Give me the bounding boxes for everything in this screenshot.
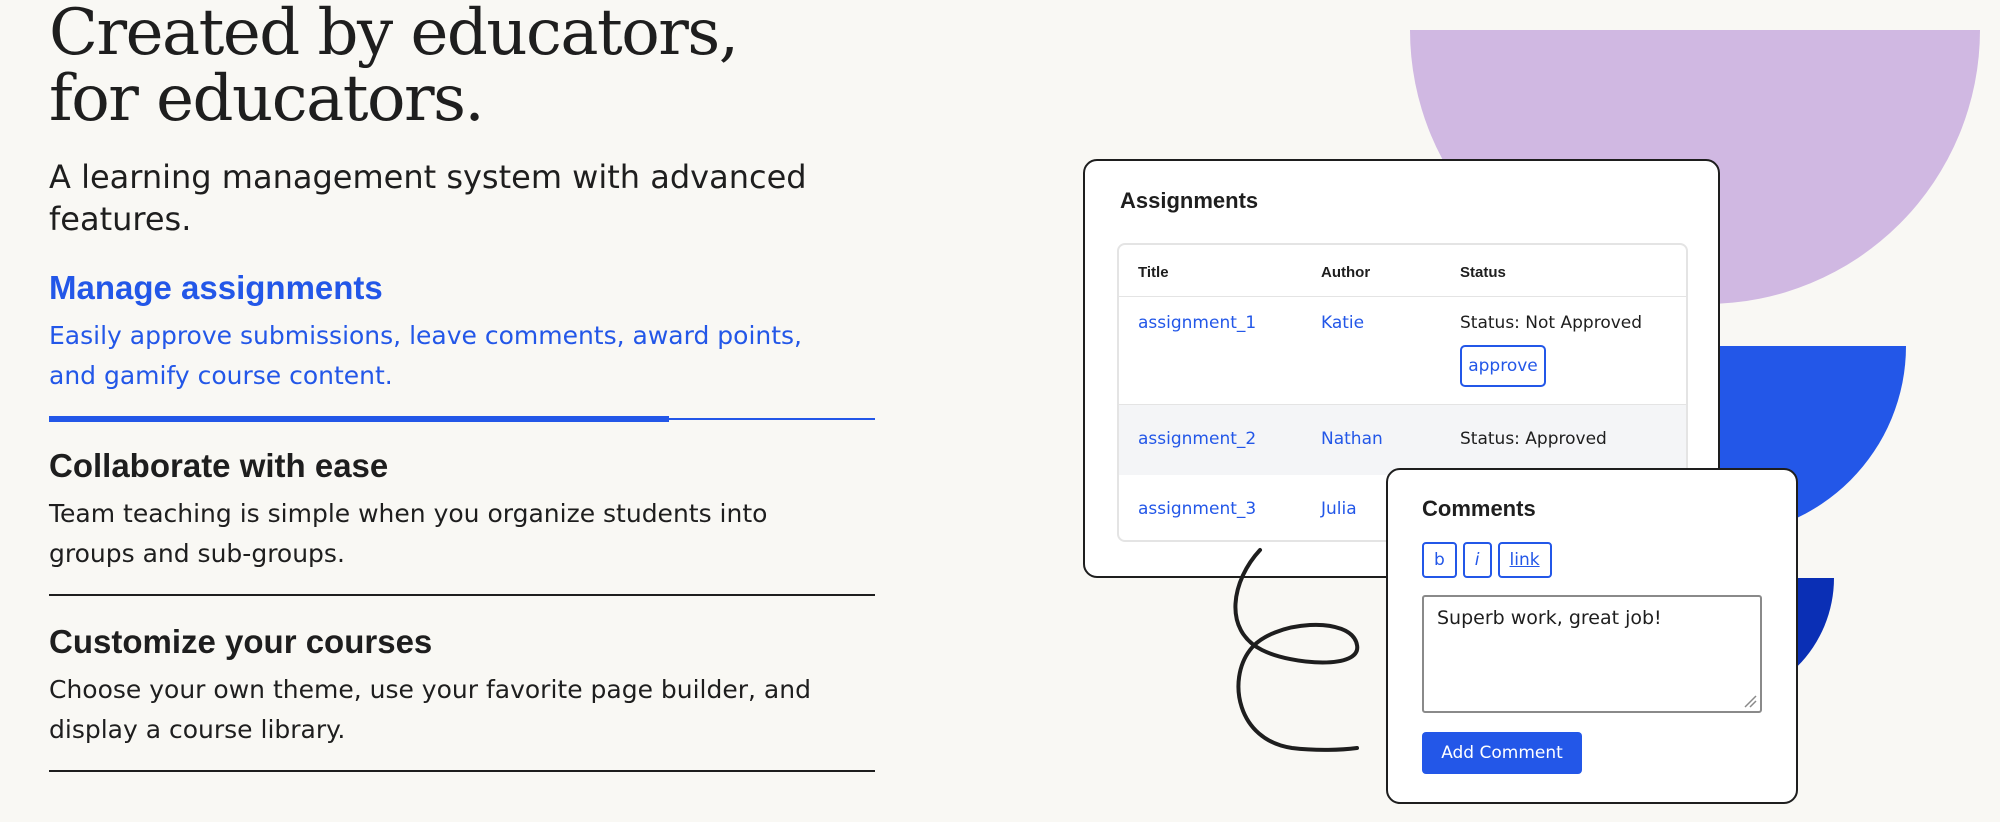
table-row: assignment_1 Katie Status: Not Approved … (1119, 297, 1686, 405)
link-button[interactable]: link (1497, 542, 1552, 578)
feature-customize[interactable]: Customize your courses Choose your own t… (49, 622, 875, 772)
italic-button[interactable]: i (1462, 542, 1492, 578)
feature-body: Team teaching is simple when you organiz… (49, 499, 768, 568)
author-link[interactable]: Julia (1321, 497, 1357, 521)
feature-title: Collaborate with ease (49, 447, 389, 484)
feature-manage-assignments[interactable]: Manage assignments Easily approve submis… (49, 268, 875, 422)
column-header-title: Title (1138, 264, 1169, 281)
add-comment-button[interactable]: Add Comment (1422, 732, 1582, 774)
status-text: Status: Not Approved (1460, 313, 1643, 333)
assignment-link[interactable]: assignment_3 (1138, 497, 1256, 521)
table-header: Title Author Status (1119, 261, 1686, 297)
approve-button[interactable]: approve (1460, 345, 1546, 387)
comments-card: Comments b i link Superb work, great job… (1386, 468, 1798, 804)
comments-title: Comments (1422, 496, 1536, 521)
column-header-author: Author (1321, 264, 1371, 281)
column-header-status: Status (1460, 264, 1506, 281)
feature-body: Easily approve submissions, leave commen… (49, 321, 803, 390)
feature-collaborate[interactable]: Collaborate with ease Team teaching is s… (49, 446, 875, 596)
comment-text: Superb work, great job! (1437, 607, 1662, 629)
format-toolbar: b i link (1422, 542, 1552, 578)
hero-lede: A learning management system with advanc… (49, 158, 807, 238)
hero-headline: Created by educators, for educators. (49, 0, 739, 136)
feature-body: Choose your own theme, use your favorite… (49, 675, 811, 744)
feature-progress-bar (49, 416, 669, 422)
assignment-link[interactable]: assignment_1 (1138, 311, 1256, 335)
feature-title: Customize your courses (49, 623, 433, 660)
decorative-squiggle (1233, 548, 1360, 752)
comment-textarea[interactable]: Superb work, great job! (1422, 595, 1762, 713)
assignments-title: Assignments (1120, 188, 1259, 213)
feature-divider (49, 770, 875, 772)
resize-grip-icon[interactable] (1743, 694, 1757, 708)
bold-button[interactable]: b (1422, 542, 1457, 578)
author-link[interactable]: Katie (1321, 311, 1364, 335)
feature-divider (49, 594, 875, 596)
status-text: Status: Approved (1460, 429, 1607, 449)
assignment-link[interactable]: assignment_2 (1138, 427, 1256, 451)
table-row: assignment_2 Nathan Status: Approved (1119, 405, 1686, 475)
feature-title: Manage assignments (49, 269, 383, 306)
author-link[interactable]: Nathan (1321, 427, 1383, 451)
